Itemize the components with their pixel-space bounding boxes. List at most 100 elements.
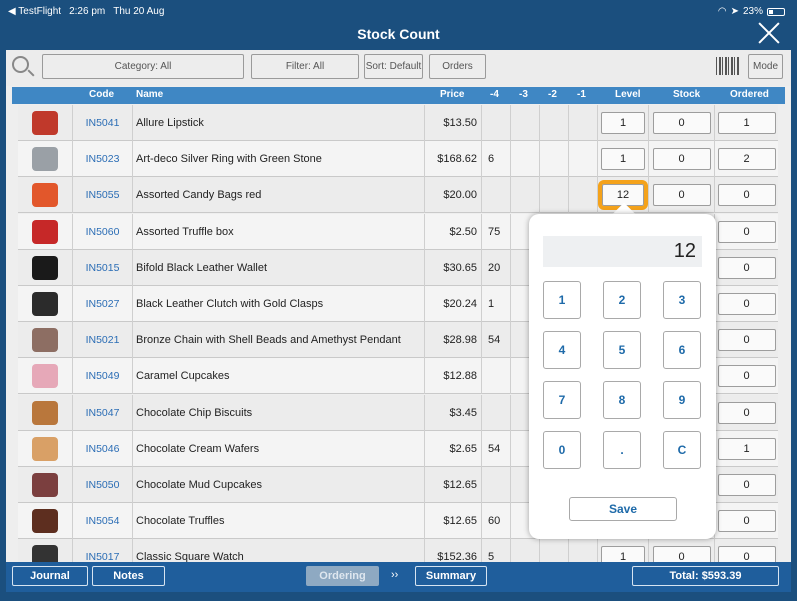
location-icon: ➤ (730, 6, 739, 17)
keypad-key[interactable]: 1 (543, 281, 581, 319)
stock-cell: 0 (649, 141, 715, 178)
ordered-input[interactable]: 0 (717, 474, 776, 496)
period-minus-3 (511, 177, 540, 214)
table-row[interactable]: IN5017 Classic Square Watch $152.36 5 1 0 0 (18, 539, 778, 562)
keypad-key[interactable]: 0 (543, 431, 581, 469)
keypad-key[interactable]: 6 (663, 331, 701, 369)
ordered-input[interactable]: 0 (717, 329, 776, 352)
keypad-key[interactable]: 4 (543, 331, 581, 369)
table-row[interactable]: IN5023 Art-deco Silver Ring with Green St… (18, 141, 778, 178)
barcode-icon[interactable] (716, 57, 740, 75)
stock-cell: 0 (649, 539, 715, 562)
column-price[interactable]: Price (440, 89, 464, 100)
keypad-key[interactable]: 3 (663, 281, 701, 319)
mode-button[interactable]: Mode (748, 54, 783, 79)
total-display: Total: $593.39 (632, 566, 779, 586)
category-filter-button[interactable]: Category: All (42, 54, 244, 79)
ordered-input[interactable]: 1 (717, 112, 776, 134)
level-input[interactable]: 1 (601, 148, 645, 171)
stock-input[interactable]: 0 (652, 546, 711, 562)
ordered-input[interactable]: 1 (717, 437, 776, 460)
product-name: Assorted Candy Bags red (133, 177, 425, 214)
search-icon[interactable] (12, 56, 36, 80)
journal-button[interactable]: Journal (12, 566, 88, 586)
tab-ordering[interactable]: Ordering (306, 566, 379, 586)
product-code[interactable]: IN5021 (73, 322, 133, 359)
product-price: $12.65 (425, 503, 482, 540)
period-minus-1 (569, 177, 598, 214)
ordered-input[interactable]: 0 (717, 365, 776, 388)
product-name: Classic Square Watch (133, 539, 425, 562)
battery-percent: 23% (742, 6, 763, 17)
product-name: Caramel Cupcakes (133, 358, 425, 395)
ordered-input[interactable]: 0 (717, 293, 776, 315)
keypad-key[interactable]: 9 (663, 381, 701, 419)
bottom-bar: Journal Notes Ordering ›› Summary Total:… (6, 562, 791, 592)
keypad-key[interactable]: . (603, 431, 641, 469)
table-row[interactable]: IN5041 Allure Lipstick $13.50 1 0 1 (18, 105, 778, 141)
keypad-key[interactable]: 5 (603, 331, 641, 369)
product-code[interactable]: IN5046 (73, 430, 133, 467)
ordered-input[interactable]: 2 (717, 148, 776, 171)
ordered-cell: 0 (715, 539, 778, 562)
table-row[interactable]: IN5055 Assorted Candy Bags red $20.00 12 0 0 (18, 177, 778, 214)
close-icon[interactable] (757, 21, 781, 45)
filter-button[interactable]: Filter: All (251, 54, 359, 79)
product-price: $152.36 (425, 539, 482, 562)
back-to-testflight-link[interactable]: ◀ TestFlight (8, 6, 61, 17)
ordered-input[interactable]: 0 (717, 401, 776, 424)
product-price: $28.98 (425, 322, 482, 359)
keypad-key[interactable]: 7 (543, 381, 581, 419)
product-image (32, 400, 58, 425)
ordered-cell: 0 (715, 358, 778, 394)
ordered-cell: 0 (715, 286, 778, 322)
tab-summary[interactable]: Summary (415, 566, 487, 586)
product-code[interactable]: IN5050 (73, 467, 133, 503)
column-code[interactable]: Code (89, 89, 114, 100)
period-minus-1 (569, 141, 598, 178)
period-minus-4: 75 (482, 213, 511, 250)
column-minus-2: -2 (548, 89, 557, 100)
period-minus-3 (511, 105, 540, 141)
period-minus-4 (482, 394, 511, 431)
product-code[interactable]: IN5047 (73, 394, 133, 431)
product-price: $2.65 (425, 430, 482, 467)
ordered-input[interactable]: 0 (717, 256, 776, 279)
product-code[interactable]: IN5023 (73, 141, 133, 178)
sort-button[interactable]: Sort: Default (364, 54, 423, 79)
product-code[interactable]: IN5055 (73, 177, 133, 214)
product-name: Art-deco Silver Ring with Green Stone (133, 141, 425, 178)
keypad-display: 12 (543, 236, 702, 267)
product-image-cell (18, 141, 73, 178)
product-code[interactable]: IN5015 (73, 249, 133, 286)
column-name[interactable]: Name (136, 89, 163, 100)
status-date: Thu 20 Aug (113, 6, 165, 17)
ordered-input[interactable]: 0 (717, 220, 776, 243)
save-button[interactable]: Save (569, 497, 677, 521)
status-bar: ◀ TestFlight 2:26 pm Thu 20 Aug ◠ ➤ 23% (0, 0, 797, 22)
ordered-input[interactable]: 0 (717, 546, 776, 562)
product-code[interactable]: IN5017 (73, 539, 133, 562)
column-minus-4: -4 (490, 89, 499, 100)
product-code[interactable]: IN5049 (73, 358, 133, 395)
ordered-input[interactable]: 0 (717, 184, 776, 207)
product-image (32, 219, 58, 244)
notes-button[interactable]: Notes (92, 566, 165, 586)
stock-input[interactable]: 0 (652, 184, 711, 207)
stock-input[interactable]: 0 (652, 112, 711, 134)
product-code[interactable]: IN5054 (73, 503, 133, 540)
level-input[interactable]: 1 (601, 112, 645, 134)
product-code[interactable]: IN5060 (73, 213, 133, 250)
keypad-key[interactable]: 2 (603, 281, 641, 319)
product-price: $13.50 (425, 105, 482, 141)
orders-button[interactable]: Orders (429, 54, 486, 79)
product-name: Black Leather Clutch with Gold Clasps (133, 286, 425, 322)
keypad-key[interactable]: 8 (603, 381, 641, 419)
keypad-key[interactable]: C (663, 431, 701, 469)
stock-input[interactable]: 0 (652, 148, 711, 171)
product-code[interactable]: IN5041 (73, 105, 133, 141)
product-name: Chocolate Cream Wafers (133, 430, 425, 467)
level-input[interactable]: 1 (601, 546, 645, 562)
ordered-input[interactable]: 0 (717, 510, 776, 533)
product-code[interactable]: IN5027 (73, 286, 133, 322)
